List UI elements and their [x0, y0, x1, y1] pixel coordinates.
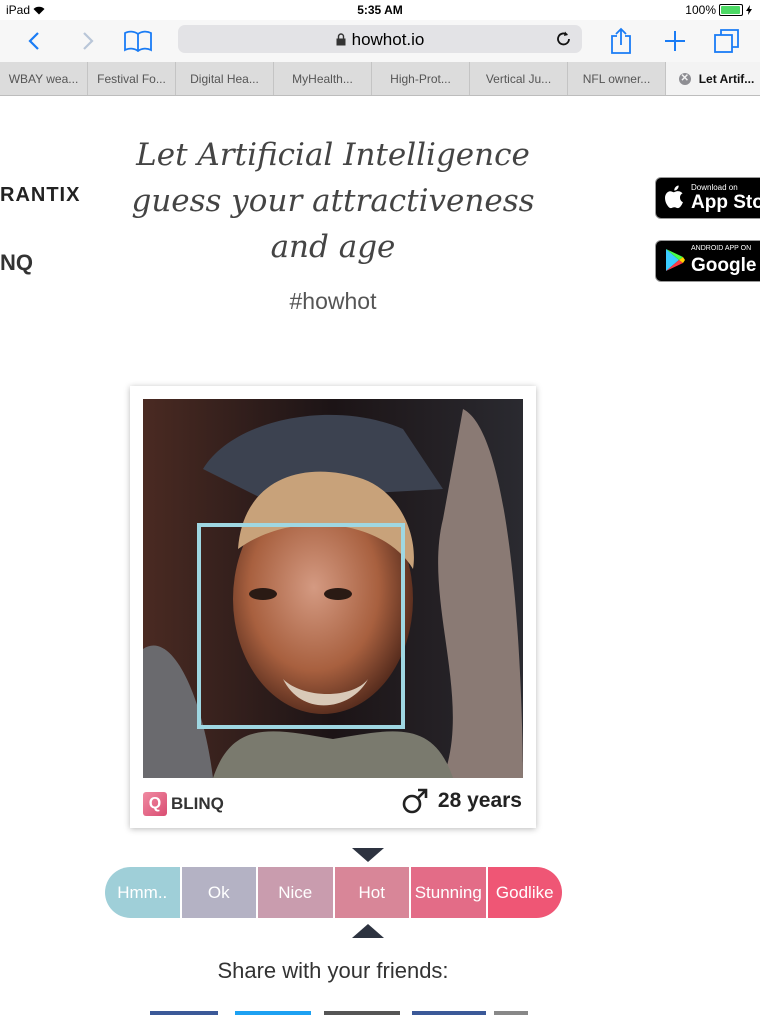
page-headline: Let Artificial Intelligence guess your a… [100, 132, 566, 270]
rating-hmm[interactable]: Hmm.. [105, 867, 182, 918]
app-store-title: App Sto [691, 192, 760, 213]
battery-icon [719, 4, 743, 16]
lock-icon [336, 33, 346, 46]
book-icon [124, 30, 152, 52]
chevron-left-icon [28, 32, 39, 50]
share-heading: Share with your friends: [217, 958, 449, 983]
tab-item[interactable]: NFL owner... [568, 62, 666, 95]
forward-button[interactable] [76, 26, 100, 56]
rating-scale: Hmm.. Ok Nice Hot Stunning Godlike [105, 867, 562, 918]
blinq-icon: Q [143, 792, 167, 816]
reload-icon [557, 31, 570, 46]
tab-label: WBAY wea... [8, 71, 79, 86]
rating-stunning[interactable]: Stunning [411, 867, 488, 918]
battery-status: 100% [685, 3, 752, 17]
app-store-caption: Download on [691, 183, 738, 192]
tab-item[interactable]: Festival Fo... [88, 62, 176, 95]
share-icon [611, 27, 631, 54]
new-tab-button[interactable] [660, 26, 690, 56]
tab-label: Digital Hea... [190, 71, 259, 86]
app-store-badge[interactable]: Download on App Sto [655, 177, 760, 219]
share-button-twitter[interactable] [235, 1011, 311, 1015]
google-play-caption: ANDROID APP ON [691, 245, 752, 252]
google-play-title: Google Pl [691, 255, 760, 276]
tab-label: MyHealth... [292, 71, 353, 86]
url-text: howhot.io [351, 30, 425, 49]
reload-button[interactable] [556, 30, 572, 53]
play-icon [666, 249, 685, 271]
brand-logo[interactable]: Q BLINQ [143, 792, 224, 816]
tab-item[interactable]: High-Prot... [372, 62, 470, 95]
clock: 5:35 AM [357, 3, 403, 17]
share-button-facebook[interactable] [150, 1011, 218, 1015]
rating-hot[interactable]: Hot [334, 867, 411, 918]
browser-toolbar: howhot.io [0, 20, 760, 62]
battery-percent: 100% [685, 3, 716, 17]
hashtag: #howhot [289, 288, 377, 314]
share-button[interactable] [606, 26, 636, 56]
tab-bar: WBAY wea... Festival Fo... Digital Hea..… [0, 62, 760, 96]
tab-item[interactable]: MyHealth... [274, 62, 372, 95]
tab-label: Vertical Ju... [485, 71, 552, 86]
close-tab-icon[interactable]: ✕ [678, 72, 691, 85]
tab-label: High-Prot... [390, 71, 451, 86]
headline-line: guess your attractiveness [131, 183, 535, 219]
tab-item[interactable]: Vertical Ju... [470, 62, 568, 95]
tab-label: Festival Fo... [97, 71, 166, 86]
share-button-other[interactable] [412, 1011, 486, 1015]
address-bar[interactable]: howhot.io [178, 25, 582, 53]
headline-line: Let Artificial Intelligence [136, 137, 530, 173]
plus-icon [665, 31, 685, 51]
tab-item[interactable]: WBAY wea... [0, 62, 88, 95]
google-play-badge[interactable]: ANDROID APP ON Google Pl [655, 240, 760, 282]
tabs-icon [714, 29, 739, 53]
rating-nice[interactable]: Nice [258, 867, 335, 918]
age-result: 28 years [402, 788, 522, 814]
apple-icon [665, 185, 683, 209]
chevron-right-icon [83, 32, 94, 50]
tab-item[interactable]: Digital Hea... [176, 62, 274, 95]
partner-logo-blinq[interactable]: NQ [0, 250, 33, 276]
face-detection-box [197, 523, 405, 729]
rating-godlike[interactable]: Godlike [487, 867, 562, 918]
brand-name: BLINQ [171, 794, 224, 813]
charging-icon [746, 5, 752, 15]
url-display: howhot.io [178, 30, 582, 50]
tab-label: NFL owner... [582, 71, 651, 86]
male-icon [402, 788, 428, 814]
rating-ok[interactable]: Ok [181, 867, 258, 918]
rating-pointer-top [352, 848, 384, 862]
tab-label: Let Artif... [698, 71, 755, 86]
partner-logo-rantix[interactable]: RANTIX [0, 184, 80, 207]
share-button-email[interactable] [324, 1011, 400, 1015]
headline-line: and age [270, 229, 396, 265]
back-button[interactable] [22, 26, 46, 56]
user-photo [143, 399, 523, 778]
bookmarks-button[interactable] [122, 26, 154, 56]
share-button-more[interactable] [494, 1011, 528, 1015]
tabs-overview-button[interactable] [712, 26, 742, 56]
status-bar: iPad 5:35 AM 100% [0, 0, 760, 20]
result-card: Q BLINQ 28 years [130, 386, 536, 828]
rating-pointer-bottom [352, 924, 384, 938]
tab-item-active[interactable]: ✕ Let Artif... [666, 62, 760, 95]
age-text: 28 years [437, 789, 522, 812]
